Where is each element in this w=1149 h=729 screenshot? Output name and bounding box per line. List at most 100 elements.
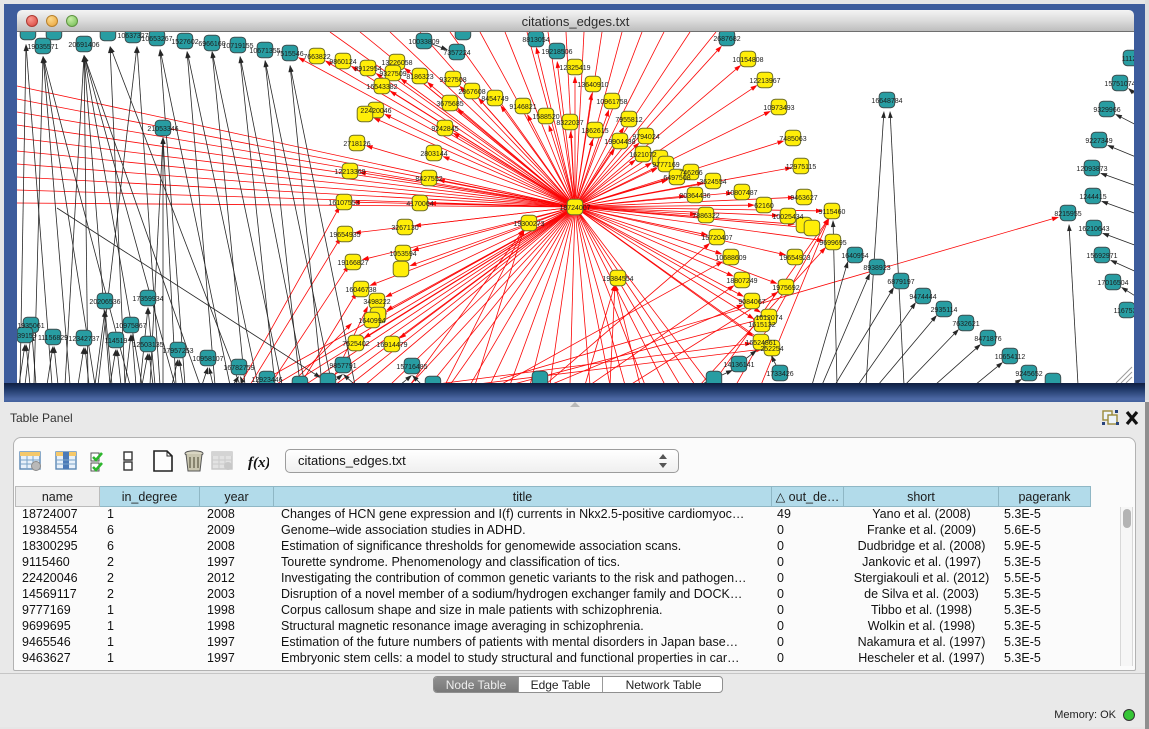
svg-text:21053346: 21053346 bbox=[147, 126, 178, 133]
svg-text:19654923: 19654923 bbox=[779, 255, 810, 262]
svg-text:10025434: 10025434 bbox=[772, 214, 803, 221]
svg-text:17359934: 17359934 bbox=[132, 296, 163, 303]
svg-text:8938923: 8938923 bbox=[863, 265, 890, 272]
svg-text:9794024: 9794024 bbox=[632, 134, 659, 141]
svg-text:8471876: 8471876 bbox=[974, 336, 1001, 343]
svg-text:19166827: 19166827 bbox=[337, 260, 368, 267]
svg-text:1935061: 1935061 bbox=[17, 323, 44, 330]
svg-text:10961758: 10961758 bbox=[596, 99, 627, 106]
svg-text:2803144: 2803144 bbox=[420, 151, 447, 158]
svg-text:9857791: 9857791 bbox=[329, 363, 356, 370]
svg-text:2867608: 2867608 bbox=[458, 89, 485, 96]
svg-text:f(x): f(x) bbox=[248, 455, 269, 471]
svg-text:18724007: 18724007 bbox=[559, 205, 590, 212]
svg-text:7357224: 7357224 bbox=[443, 50, 470, 57]
svg-text:14136141: 14136141 bbox=[723, 362, 754, 369]
svg-text:1640954: 1640954 bbox=[841, 253, 868, 260]
svg-text:1612074: 1612074 bbox=[755, 315, 782, 322]
svg-text:16648784: 16648784 bbox=[871, 98, 902, 105]
svg-text:1527602: 1527602 bbox=[171, 39, 198, 46]
svg-text:7663822: 7663822 bbox=[303, 54, 330, 61]
svg-text:1640994: 1640994 bbox=[358, 318, 385, 325]
svg-text:13226058: 13226058 bbox=[381, 60, 412, 67]
svg-text:7485063: 7485063 bbox=[779, 136, 806, 143]
svg-text:12325419: 12325419 bbox=[559, 65, 590, 72]
svg-text:20206536: 20206536 bbox=[89, 299, 120, 306]
svg-text:9699695: 9699695 bbox=[819, 240, 846, 247]
svg-text:13640910: 13640910 bbox=[577, 82, 608, 89]
svg-text:1167534: 1167534 bbox=[1114, 308, 1134, 315]
svg-text:9474444: 9474444 bbox=[909, 294, 936, 301]
svg-text:7632621: 7632621 bbox=[952, 321, 979, 328]
svg-text:9084067: 9084067 bbox=[738, 299, 765, 306]
svg-text:7625402: 7625402 bbox=[342, 341, 369, 348]
svg-text:1975692: 1975692 bbox=[772, 285, 799, 292]
svg-text:10654112: 10654112 bbox=[995, 354, 1026, 361]
svg-text:2935114: 2935114 bbox=[931, 307, 958, 314]
svg-text:3675685: 3675685 bbox=[436, 101, 463, 108]
svg-text:1362615: 1362615 bbox=[581, 128, 608, 135]
svg-text:114519: 114519 bbox=[105, 338, 128, 345]
svg-text:4170064: 4170064 bbox=[406, 201, 433, 208]
svg-text:62160: 62160 bbox=[754, 203, 774, 210]
svg-text:19300273: 19300273 bbox=[513, 221, 544, 228]
svg-text:9329966: 9329966 bbox=[1093, 107, 1120, 114]
svg-text:8322037: 8322037 bbox=[556, 120, 583, 127]
svg-text:10688609: 10688609 bbox=[715, 255, 746, 262]
svg-text:12975115: 12975115 bbox=[786, 164, 817, 171]
svg-text:2687682: 2687682 bbox=[713, 36, 740, 43]
svg-text:8813054: 8813054 bbox=[522, 37, 549, 44]
svg-text:12342737: 12342737 bbox=[68, 336, 99, 343]
svg-text:8427552: 8427552 bbox=[415, 176, 442, 183]
svg-text:16543382: 16543382 bbox=[366, 84, 397, 91]
svg-text:9327509: 9327509 bbox=[379, 71, 406, 78]
svg-text:16107553: 16107553 bbox=[328, 200, 359, 207]
svg-text:15751074: 15751074 bbox=[1104, 81, 1134, 88]
svg-text:9860124: 9860124 bbox=[329, 59, 356, 66]
svg-text:17016504: 17016504 bbox=[1097, 280, 1128, 287]
svg-text:3624554: 3624554 bbox=[699, 179, 726, 186]
svg-text:1733426: 1733426 bbox=[766, 371, 793, 378]
svg-text:17957253: 17957253 bbox=[162, 348, 193, 355]
svg-text:10975867: 10975867 bbox=[115, 323, 146, 330]
svg-text:11123: 11123 bbox=[1122, 56, 1134, 63]
svg-text:9245652: 9245652 bbox=[1015, 371, 1042, 378]
svg-text:20691406: 20691406 bbox=[68, 42, 99, 49]
svg-text:8215955: 8215955 bbox=[1054, 211, 1081, 218]
svg-text:9463627: 9463627 bbox=[790, 195, 817, 202]
svg-text:6879197: 6879197 bbox=[887, 279, 914, 286]
svg-text:7886322: 7886322 bbox=[692, 213, 719, 220]
svg-text:19384554: 19384554 bbox=[602, 276, 633, 283]
svg-text:939159: 939159 bbox=[17, 333, 37, 340]
svg-text:1621072: 1621072 bbox=[629, 152, 656, 159]
svg-text:8912954: 8912954 bbox=[354, 66, 381, 73]
svg-text:19218506: 19218506 bbox=[541, 49, 572, 56]
svg-text:16046738: 16046738 bbox=[345, 287, 376, 294]
svg-text:3498222: 3498222 bbox=[363, 299, 390, 306]
svg-text:16210643: 16210643 bbox=[1078, 226, 1109, 233]
svg-text:19904438: 19904438 bbox=[604, 139, 635, 146]
svg-text:10653267: 10653267 bbox=[141, 36, 172, 43]
svg-text:252254: 252254 bbox=[760, 346, 783, 353]
svg-text:10973493: 10973493 bbox=[763, 105, 794, 112]
svg-text:12213369: 12213369 bbox=[334, 169, 365, 176]
svg-text:10033809: 10033809 bbox=[408, 39, 439, 46]
svg-text:19035571: 19035571 bbox=[27, 44, 58, 51]
svg-text:19654935: 19654935 bbox=[329, 232, 360, 239]
svg-text:16782759: 16782759 bbox=[223, 365, 254, 372]
svg-text:16914479: 16914479 bbox=[376, 342, 407, 349]
svg-text:10958107: 10958107 bbox=[192, 356, 223, 363]
svg-text:12923446: 12923446 bbox=[251, 377, 282, 384]
svg-text:22420046: 22420046 bbox=[360, 108, 391, 115]
svg-text:10807487: 10807487 bbox=[726, 190, 757, 197]
svg-text:18807249: 18807249 bbox=[726, 278, 757, 285]
svg-text:6497508: 6497508 bbox=[663, 175, 690, 182]
svg-text:9777169: 9777169 bbox=[652, 162, 679, 169]
svg-text:1053594: 1053594 bbox=[389, 251, 416, 258]
svg-text:11156829: 11156829 bbox=[38, 335, 68, 342]
svg-text:8454749: 8454749 bbox=[481, 96, 508, 103]
svg-text:12093873: 12093873 bbox=[1076, 166, 1107, 173]
svg-text:10154808: 10154808 bbox=[732, 57, 763, 64]
svg-text:1615132: 1615132 bbox=[748, 322, 775, 329]
svg-text:15692971: 15692971 bbox=[1086, 253, 1117, 260]
